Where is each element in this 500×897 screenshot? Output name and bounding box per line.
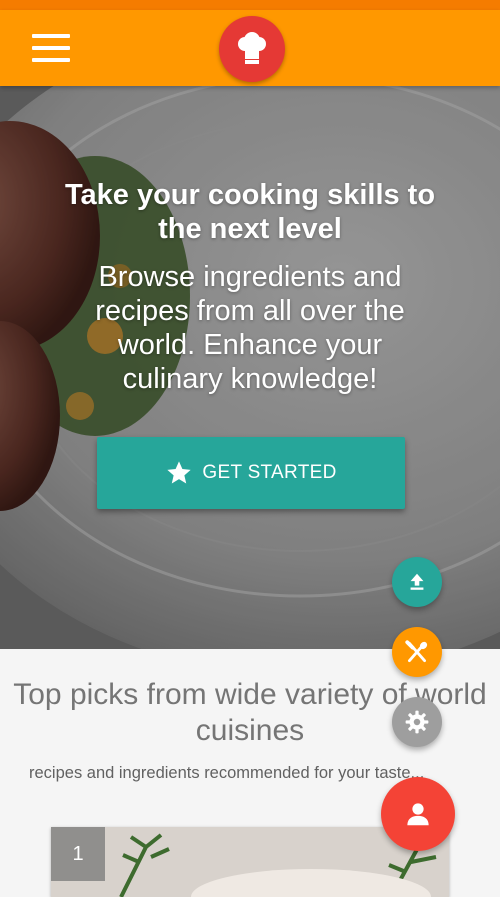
hero-subtitle: Browse ingredients and recipes from all … [95, 261, 405, 395]
recipes-button[interactable] [392, 627, 442, 677]
upload-icon [410, 573, 424, 590]
top-picks-section: Top picks from wide variety of world cui… [0, 649, 500, 897]
fork-knife-icon [405, 640, 428, 663]
star-icon [167, 461, 192, 484]
app-bar [0, 10, 500, 86]
get-started-label: GET STARTED [202, 462, 337, 483]
hero-title: Take your cooking skills to the next lev… [64, 179, 436, 245]
upload-button[interactable] [392, 557, 442, 607]
get-started-button[interactable]: GET STARTED [97, 437, 405, 509]
person-icon [407, 803, 429, 826]
status-bar [0, 0, 500, 10]
card-index-badge: 1 [51, 827, 105, 881]
chef-hat-icon [219, 16, 285, 82]
hamburger-menu-icon[interactable] [28, 32, 72, 64]
profile-button[interactable] [381, 777, 455, 851]
gear-icon [405, 710, 429, 734]
settings-button[interactable] [392, 697, 442, 747]
